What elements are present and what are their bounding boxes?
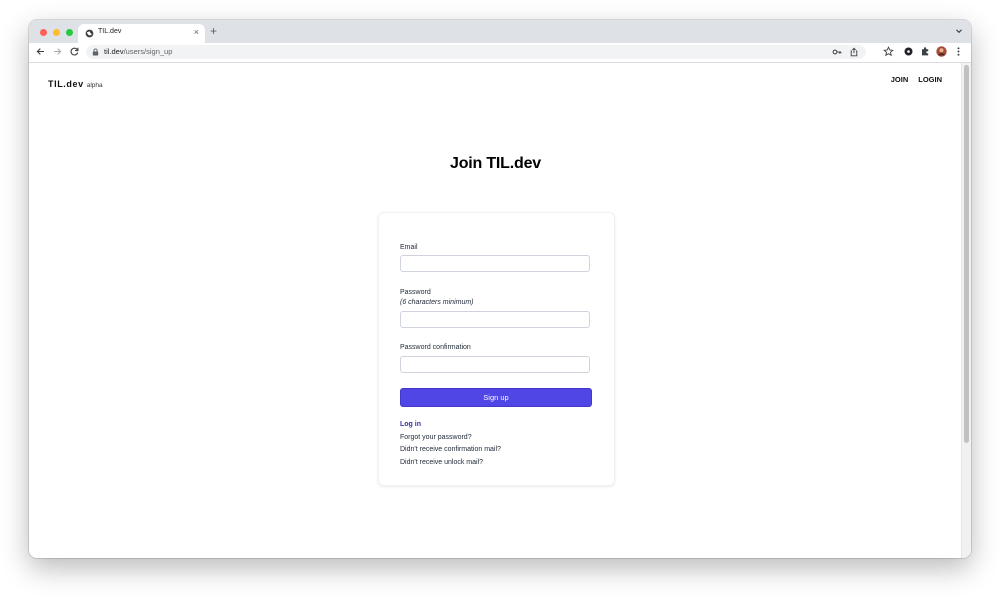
site-logo-text: TIL.dev xyxy=(48,79,84,89)
key-icon[interactable] xyxy=(832,47,842,57)
kebab-menu-icon[interactable] xyxy=(953,46,964,57)
join-nav-link[interactable]: JOIN xyxy=(891,75,909,84)
tab-strip: TIL.dev × + xyxy=(29,20,971,43)
password-confirmation-field[interactable] xyxy=(400,356,590,373)
maximize-window-button[interactable] xyxy=(66,29,73,36)
new-tab-button[interactable]: + xyxy=(210,24,217,38)
sign-up-button[interactable]: Sign up xyxy=(400,388,592,407)
window-controls xyxy=(40,29,73,36)
top-nav: JOIN LOGIN xyxy=(891,75,942,84)
browser-window: TIL.dev × + til.dev/users/sign_up TIL.de… xyxy=(29,20,971,558)
email-label: Email xyxy=(400,244,418,251)
resend-confirmation-link[interactable]: Didn't receive confirmation mail? xyxy=(400,446,501,453)
password-hint: (6 characters minimum) xyxy=(400,299,474,306)
tab-title: TIL.dev xyxy=(98,28,122,35)
login-nav-link[interactable]: LOGIN xyxy=(918,75,942,84)
tab-close-button[interactable]: × xyxy=(194,27,199,38)
password-field[interactable] xyxy=(400,311,590,328)
extension-dark-icon[interactable] xyxy=(903,46,914,57)
alpha-badge: alpha xyxy=(86,82,103,89)
share-icon[interactable] xyxy=(849,47,859,57)
close-window-button[interactable] xyxy=(40,29,47,36)
password-confirmation-label: Password confirmation xyxy=(400,344,471,351)
address-bar[interactable]: til.dev/users/sign_up xyxy=(86,45,866,59)
signup-card: Email Password (6 characters minimum) Pa… xyxy=(378,212,615,486)
web-page: TIL.dev alpha JOIN LOGIN Join TIL.dev Ema… xyxy=(29,63,971,558)
resend-unlock-link[interactable]: Didn't receive unlock mail? xyxy=(400,459,483,466)
page-scrollbar[interactable] xyxy=(961,63,971,558)
chevron-down-icon[interactable] xyxy=(955,27,963,35)
url-path: /users/sign_up xyxy=(123,47,173,56)
minimize-window-button[interactable] xyxy=(53,29,60,36)
browser-toolbar: til.dev/users/sign_up xyxy=(29,43,971,63)
reload-icon[interactable] xyxy=(69,46,80,57)
puzzle-icon[interactable] xyxy=(920,46,931,57)
lock-icon[interactable] xyxy=(92,48,99,56)
star-icon[interactable] xyxy=(883,46,894,57)
forgot-password-link[interactable]: Forgot your password? xyxy=(400,434,472,441)
globe-icon xyxy=(85,29,94,38)
browser-tab-active[interactable]: TIL.dev × xyxy=(78,24,205,43)
profile-avatar[interactable] xyxy=(936,46,947,57)
url-text[interactable]: til.dev/users/sign_up xyxy=(104,47,172,56)
site-brand[interactable]: TIL.dev alpha xyxy=(48,74,103,92)
forward-arrow-icon[interactable] xyxy=(52,46,63,57)
log-in-link[interactable]: Log in xyxy=(400,421,421,428)
page-title: Join TIL.dev xyxy=(450,155,541,172)
email-field[interactable] xyxy=(400,255,590,272)
password-label: Password xyxy=(400,289,431,296)
back-arrow-icon[interactable] xyxy=(35,46,46,57)
url-host: til.dev xyxy=(104,47,124,56)
scrollbar-thumb[interactable] xyxy=(964,65,969,443)
